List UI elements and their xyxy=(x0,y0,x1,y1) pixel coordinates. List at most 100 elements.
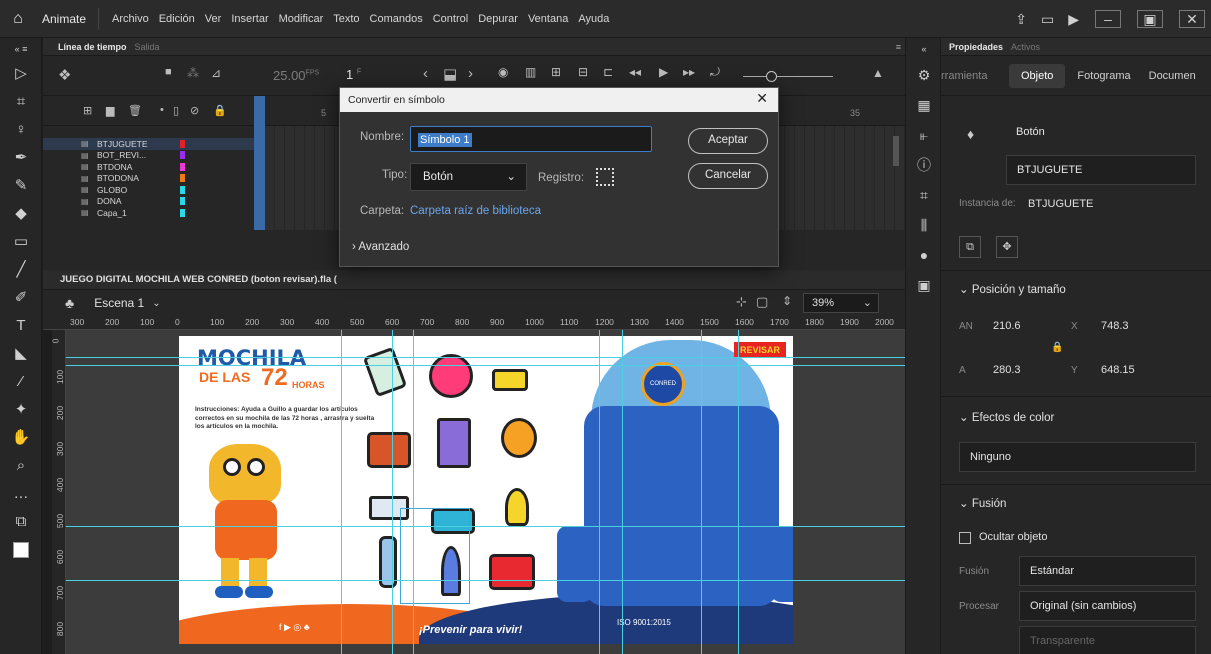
guide-line[interactable] xyxy=(701,330,702,654)
chevron-down-icon[interactable]: ⌄ xyxy=(152,298,160,309)
layer-name[interactable]: GLOBO xyxy=(97,185,127,195)
collapse-icon[interactable]: « xyxy=(906,38,942,60)
ok-button[interactable]: Aceptar xyxy=(688,128,768,154)
guide-line[interactable] xyxy=(392,330,393,654)
pin-tool-icon[interactable]: ✦ xyxy=(0,396,42,424)
workspace-icon[interactable]: ▭ xyxy=(1041,11,1054,28)
current-frame[interactable]: 1 F xyxy=(346,67,361,82)
free-transform-icon[interactable]: ⌗ xyxy=(0,88,42,116)
layer-name[interactable]: BTDONA xyxy=(97,162,132,172)
rectangle-tool-icon[interactable]: ▭ xyxy=(0,228,42,256)
zoom-stepper[interactable]: ⇕ xyxy=(782,294,792,308)
width-value[interactable]: 210.6 xyxy=(993,320,1021,332)
last-frame-icon[interactable]: ▸▸ xyxy=(683,65,695,79)
paint-brush-icon[interactable]: ✐ xyxy=(0,284,42,312)
panel-menu-icon[interactable]: ≡ xyxy=(896,42,901,52)
tab-document[interactable]: Documen xyxy=(1149,70,1196,82)
layer-color-swatch[interactable] xyxy=(180,162,185,171)
menu-item[interactable]: Insertar xyxy=(226,13,273,25)
folder-link[interactable]: Carpeta raíz de biblioteca xyxy=(410,205,541,217)
guide-line[interactable] xyxy=(738,330,739,654)
rocket-item[interactable] xyxy=(441,546,461,596)
hide-object-checkbox[interactable] xyxy=(959,532,971,544)
minimize-button[interactable]: – xyxy=(1095,10,1121,28)
library-icon[interactable]: ▦ xyxy=(906,90,942,120)
type-select[interactable]: Botón ⌄ xyxy=(410,163,527,191)
menu-item[interactable]: Ayuda xyxy=(573,13,614,25)
next-frame-icon[interactable]: › xyxy=(468,65,473,82)
menu-item[interactable]: Modificar xyxy=(274,13,329,25)
symbol-type-select[interactable]: Botón xyxy=(1006,118,1196,148)
info-icon[interactable]: ⓘ xyxy=(906,150,942,180)
timeline-layer[interactable]: ▤ GLOBO xyxy=(43,184,265,196)
menu-item[interactable]: Comandos xyxy=(365,13,428,25)
layer-color-swatch[interactable] xyxy=(180,197,185,206)
play-icon[interactable]: ▶ xyxy=(659,65,668,79)
zoom-slider-handle[interactable] xyxy=(766,71,777,82)
flashlight-item[interactable] xyxy=(492,369,528,391)
menu-item[interactable]: Ver xyxy=(200,13,227,25)
fps-readout[interactable]: 25.00FPS xyxy=(273,68,319,83)
link-icon[interactable]: 🔒 xyxy=(1051,342,1063,353)
menu-item[interactable]: Texto xyxy=(328,13,364,25)
scene-name[interactable]: Escena 1 xyxy=(94,296,144,310)
guide-line[interactable] xyxy=(66,526,905,527)
insert-tween-icon[interactable]: ⊞ xyxy=(551,65,561,79)
components-icon[interactable]: ⫼ xyxy=(906,210,942,240)
layer-color-swatch[interactable] xyxy=(180,208,185,217)
lasso-icon[interactable]: ♀ xyxy=(0,116,42,144)
tab-tool[interactable]: rramienta xyxy=(941,70,1009,82)
layer-color-swatch[interactable] xyxy=(180,151,185,160)
keyframe-icon[interactable]: ⬓ xyxy=(443,65,457,83)
tab-output[interactable]: Salida xyxy=(135,42,160,52)
timeline-layer[interactable]: ▤ BTDONA xyxy=(43,161,265,173)
instance-of-value[interactable]: BTJUGUETE xyxy=(1028,198,1093,210)
advanced-toggle[interactable]: › Avanzado xyxy=(352,241,409,253)
paint-bucket-icon[interactable]: ◣ xyxy=(0,340,42,368)
close-icon[interactable]: ✕ xyxy=(756,90,768,107)
color-effect-select[interactable]: Ninguno xyxy=(959,442,1196,472)
menu-item[interactable]: Archivo xyxy=(107,13,154,25)
render-select[interactable]: Original (sin cambios) xyxy=(1019,591,1196,621)
lock-icon[interactable]: 🔒 xyxy=(213,104,227,117)
menu-item[interactable]: Control xyxy=(428,13,473,25)
layers-icon[interactable]: ❖ xyxy=(58,66,71,84)
color-effects-header[interactable]: ⌄ Efectos de color xyxy=(959,410,1054,424)
guide-line[interactable] xyxy=(341,330,342,654)
menu-item[interactable]: Edición xyxy=(154,13,200,25)
toothpaste-item[interactable] xyxy=(362,346,408,398)
selection-tool-icon[interactable]: ▷ xyxy=(0,60,42,88)
motion-tween-icon[interactable]: ⊟ xyxy=(578,65,588,79)
height-value[interactable]: 280.3 xyxy=(993,364,1021,376)
restore-button[interactable]: ▣ xyxy=(1137,10,1163,28)
outline-icon[interactable]: ▯ xyxy=(173,104,179,117)
home-icon[interactable]: ⌂ xyxy=(0,10,36,28)
highlight-icon[interactable]: • xyxy=(160,104,164,116)
close-button[interactable]: ✕ xyxy=(1179,10,1205,28)
clip-icon[interactable]: ▢ xyxy=(756,294,768,310)
guide-line[interactable] xyxy=(66,365,905,366)
delete-layer-icon[interactable]: 🗑 xyxy=(128,104,142,117)
center-stage-icon[interactable]: ⊹ xyxy=(736,294,747,310)
zoom-tool-icon[interactable]: ⌕ xyxy=(0,452,42,480)
balloon-item[interactable] xyxy=(501,418,537,458)
clothes-item[interactable] xyxy=(437,418,471,468)
camera-icon[interactable]: ■ xyxy=(165,66,172,78)
more-tools-icon[interactable]: … xyxy=(0,480,42,508)
menu-item[interactable]: Depurar xyxy=(473,13,523,25)
visibility-icon[interactable]: ⊘ xyxy=(190,104,199,117)
swap-symbol-icon[interactable]: ⧉ xyxy=(959,236,981,258)
key-item[interactable] xyxy=(505,488,529,526)
test-movie-icon[interactable]: ▶ xyxy=(1068,11,1079,28)
layer-color-swatch[interactable] xyxy=(180,139,185,148)
document-tab[interactable]: JUEGO DIGITAL MOCHILA WEB CONRED (boton … xyxy=(43,270,905,290)
timeline-layer[interactable]: ▤ Capa_1 xyxy=(43,207,265,219)
radio-item[interactable] xyxy=(367,432,411,468)
prev-frame-icon[interactable]: ‹ xyxy=(423,65,428,82)
timeline-scrollbar[interactable] xyxy=(893,136,899,166)
timeline-layer[interactable]: ▤ DONA xyxy=(43,196,265,208)
swatches-icon[interactable]: ▣ xyxy=(906,270,942,300)
timeline-layer[interactable]: ▤ BOT_REVI... xyxy=(43,150,265,162)
x-value[interactable]: 748.3 xyxy=(1101,320,1129,332)
blend-header[interactable]: ⌄ Fusión xyxy=(959,496,1006,510)
